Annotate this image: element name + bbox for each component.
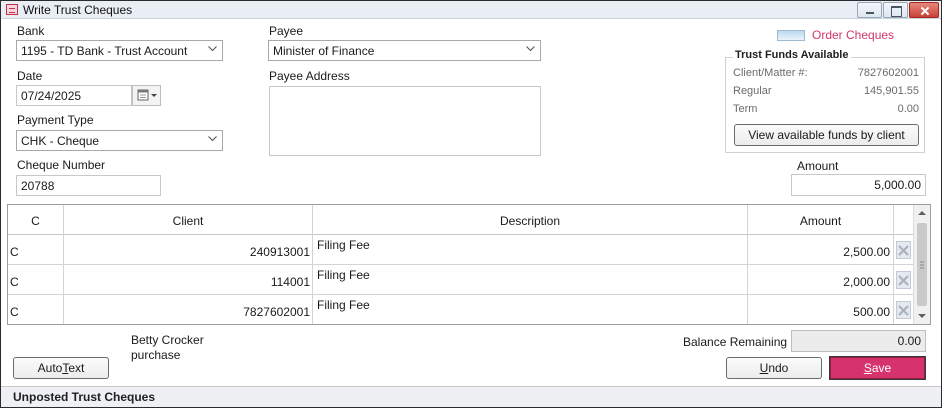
amount-label: Amount [797, 159, 839, 173]
balance-remaining-value: 0.00 [897, 334, 921, 348]
row-delete-cell [894, 235, 913, 265]
scroll-thumb[interactable] [917, 223, 927, 306]
autotext-button[interactable]: AutoText [13, 357, 109, 379]
allocation-grid: C Client Description Amount C 240913001 … [7, 204, 931, 325]
save-button[interactable]: Save [829, 356, 926, 380]
memo-line-1: Betty Crocker [131, 333, 204, 347]
delete-row-button[interactable] [896, 301, 911, 319]
row-c-cell: C [8, 265, 64, 295]
autotext-label-post: ext [68, 361, 85, 375]
delete-row-button[interactable] [896, 271, 911, 289]
cheque-number-label: Cheque Number [17, 158, 106, 172]
minimize-button[interactable] [857, 2, 882, 18]
balance-remaining-label: Balance Remaining [683, 335, 788, 349]
table-row[interactable]: C 7827602001 Filing Fee 500.00 [8, 295, 913, 324]
title-bar: Write Trust Cheques [1, 1, 941, 19]
payment-type-select[interactable]: CHK - Cheque [16, 130, 223, 151]
payee-value: Minister of Finance [273, 44, 375, 58]
save-label-post: ave [871, 361, 892, 375]
row-amount-cell[interactable]: 500.00 [748, 295, 894, 324]
cheque-memo: Betty Crocker purchase [131, 333, 204, 363]
term-label: Term [733, 103, 758, 115]
date-field[interactable]: 07/24/2025 [16, 85, 132, 106]
row-delete-cell [894, 295, 913, 324]
autotext-label-pre: Auto [37, 361, 63, 375]
column-header-c[interactable]: C [8, 205, 64, 235]
calendar-icon [137, 89, 157, 101]
client-matter-value: 7827602001 [857, 67, 919, 79]
delete-x-icon [898, 305, 909, 316]
table-row[interactable]: C 114001 Filing Fee 2,000.00 [8, 265, 913, 295]
row-c-cell: C [8, 295, 64, 324]
column-header-description[interactable]: Description [313, 205, 748, 235]
row-client-cell[interactable]: 240913001 [64, 235, 313, 265]
bank-select-value: 1195 - TD Bank - Trust Account [21, 44, 188, 58]
maximize-button[interactable] [883, 2, 908, 18]
save-hotkey: S [863, 361, 872, 375]
client-matter-label: Client/Matter #: [733, 67, 808, 79]
bank-select[interactable]: 1195 - TD Bank - Trust Account [16, 40, 223, 61]
row-amount-cell[interactable]: 2,000.00 [748, 265, 894, 295]
undo-button[interactable]: Undo [726, 357, 822, 379]
payee-select[interactable]: Minister of Finance [268, 40, 541, 61]
cheque-icon [777, 30, 805, 41]
row-description-cell[interactable]: Filing Fee [313, 265, 748, 295]
order-cheques-label: Order Cheques [812, 28, 895, 42]
trust-funds-title: Trust Funds Available [733, 49, 851, 61]
chevron-down-icon [526, 46, 535, 54]
payment-type-label: Payment Type [17, 113, 94, 127]
row-description-cell[interactable]: Filing Fee [313, 295, 748, 324]
unposted-trust-cheques-bar[interactable]: Unposted Trust Cheques [1, 386, 941, 407]
grid-vertical-scrollbar[interactable] [913, 205, 930, 324]
view-available-funds-button[interactable]: View available funds by client [734, 124, 919, 146]
row-delete-cell [894, 265, 913, 295]
row-client-cell[interactable]: 7827602001 [64, 295, 313, 324]
payee-label: Payee [269, 24, 304, 38]
scroll-down-arrow-icon[interactable] [914, 308, 930, 324]
term-value: 0.00 [897, 103, 919, 115]
row-description-cell[interactable]: Filing Fee [313, 235, 748, 265]
date-label: Date [17, 69, 43, 83]
payee-address-label: Payee Address [269, 69, 350, 83]
row-amount-cell[interactable]: 2,500.00 [748, 235, 894, 265]
payment-type-value: CHK - Cheque [21, 134, 100, 148]
amount-value: 5,000.00 [874, 178, 921, 192]
cheque-number-value: 20788 [21, 179, 55, 193]
amount-field[interactable]: 5,000.00 [791, 174, 926, 196]
delete-row-button[interactable] [896, 241, 911, 259]
column-header-amount[interactable]: Amount [748, 205, 894, 235]
chevron-down-icon [208, 46, 217, 54]
memo-line-2: purchase [131, 348, 181, 362]
undo-label-post: ndo [768, 361, 789, 375]
column-header-client[interactable]: Client [64, 205, 313, 235]
payee-address-textarea[interactable] [269, 86, 541, 156]
cheque-number-field[interactable]: 20788 [16, 175, 161, 196]
table-row[interactable]: C 240913001 Filing Fee 2,500.00 [8, 235, 913, 265]
window-title: Write Trust Cheques [23, 3, 133, 17]
calendar-dropdown-button[interactable] [132, 85, 161, 106]
regular-value: 145,901.55 [863, 85, 919, 97]
regular-label: Regular [733, 85, 772, 97]
row-client-cell[interactable]: 114001 [64, 265, 313, 295]
delete-x-icon [898, 245, 909, 256]
close-button[interactable] [909, 2, 939, 18]
undo-hotkey: U [759, 361, 769, 375]
delete-x-icon [898, 275, 909, 286]
row-c-cell: C [8, 235, 64, 265]
scroll-up-arrow-icon[interactable] [914, 205, 930, 221]
app-icon [6, 4, 18, 15]
grid-header: C Client Description Amount [8, 205, 913, 235]
chevron-down-icon [208, 136, 217, 144]
date-value: 07/24/2025 [21, 89, 82, 103]
balance-remaining-field: 0.00 [791, 330, 926, 352]
unposted-trust-cheques-label: Unposted Trust Cheques [13, 390, 156, 404]
write-trust-cheques-window: Write Trust Cheques Bank 1195 - TD Bank … [0, 0, 942, 408]
bank-label: Bank [17, 24, 45, 38]
